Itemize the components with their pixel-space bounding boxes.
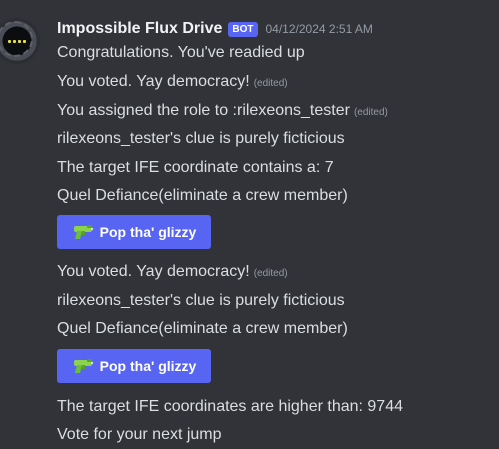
edited-label: (edited) xyxy=(353,107,388,118)
message-line: You assigned the role to :rilexeons_test… xyxy=(57,100,388,124)
message-line: Congratulations. You've readied up xyxy=(57,42,305,64)
button-label: Pop tha' glizzy xyxy=(99,358,197,374)
message-text: rilexeons_tester's clue is purely fictic… xyxy=(57,130,345,147)
pop-glizzy-button[interactable]: Pop tha' glizzy xyxy=(57,215,211,249)
message-text: The target IFE coordinate contains a: 7 xyxy=(57,159,334,176)
message-timestamp[interactable]: 04/12/2024 2:51 AM xyxy=(266,22,373,36)
message-text: Congratulations. You've readied up xyxy=(57,44,305,61)
button-label: Pop tha' glizzy xyxy=(99,224,197,240)
message-line: Vote for your next jump xyxy=(57,424,222,446)
message-line: The target IFE coordinates are higher th… xyxy=(57,396,403,418)
message-line: rilexeons_tester's clue is purely fictic… xyxy=(57,128,345,150)
edited-label: (edited) xyxy=(253,78,288,89)
message-text: rilexeons_tester's clue is purely fictic… xyxy=(57,292,345,309)
message-header: Impossible Flux Drive BOT 04/12/2024 2:5… xyxy=(57,17,373,41)
message-line: You voted. Yay democracy! (edited) xyxy=(57,71,288,95)
message-text: Quel Defiance(eliminate a crew member) xyxy=(57,187,348,204)
pop-glizzy-button[interactable]: Pop tha' glizzy xyxy=(57,349,211,383)
bot-badge: BOT xyxy=(228,21,258,37)
author-username[interactable]: Impossible Flux Drive xyxy=(57,20,222,38)
message-text: You voted. Yay democracy! xyxy=(57,73,250,90)
message-text: Vote for your next jump xyxy=(57,426,222,443)
water-pistol-icon xyxy=(73,225,93,239)
message-line: rilexeons_tester's clue is purely fictic… xyxy=(57,290,345,312)
bot-avatar[interactable] xyxy=(0,18,40,64)
message-line: Quel Defiance(eliminate a crew member) xyxy=(57,185,348,207)
message-line: The target IFE coordinate contains a: 7 xyxy=(57,157,334,179)
message-text: You voted. Yay democracy! xyxy=(57,263,250,280)
message-text: You assigned the role to :rilexeons_test… xyxy=(57,102,350,119)
edited-label: (edited) xyxy=(253,268,288,279)
message-text: The target IFE coordinates are higher th… xyxy=(57,398,403,415)
water-pistol-icon xyxy=(73,359,93,373)
bot-message-group: Impossible Flux Drive BOT 04/12/2024 2:5… xyxy=(0,0,499,449)
message-text: Quel Defiance(eliminate a crew member) xyxy=(57,320,348,337)
message-line: Quel Defiance(eliminate a crew member) xyxy=(57,318,348,340)
avatar-logo-icon xyxy=(8,38,26,44)
message-line: You voted. Yay democracy! (edited) xyxy=(57,261,288,285)
